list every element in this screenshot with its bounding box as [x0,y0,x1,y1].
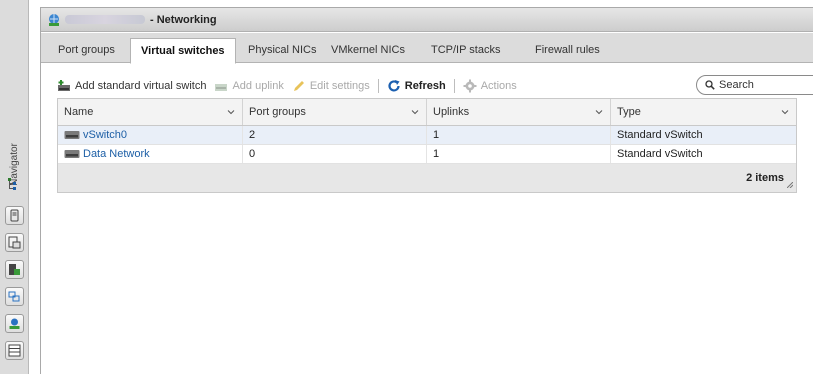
toolbar-divider [377,79,379,93]
add-standard-switch-button[interactable]: Add standard virtual switch [57,79,206,93]
panel-titlebar: - Networking [41,8,813,32]
cell-uplinks: 1 [427,145,611,163]
host-icon[interactable] [5,206,24,225]
cell-type: Standard vSwitch [617,129,703,141]
cell-name: Data Network [58,145,243,163]
refresh-label: Refresh [404,80,446,92]
tab-vmkernel-nics[interactable]: VMkernel NICs [321,38,415,63]
table-footer: 2 items [58,164,796,192]
toolbar-divider [453,79,455,93]
monitor-icon[interactable] [5,314,24,333]
gear-icon [463,79,477,93]
search-icon [705,80,715,90]
column-label: Name [64,106,94,118]
cell-name: vSwitch0 [58,126,243,144]
add-switch-label: Add standard virtual switch [75,80,207,92]
chevron-down-icon[interactable] [227,108,235,116]
virtual-switches-table: Name Port groups Uplinks Type vSwitch0 2 [57,98,797,193]
page-title: - Networking [150,13,217,26]
actions-button[interactable]: Actions [463,79,517,93]
table-row[interactable]: vSwitch0 2 1 Standard vSwitch [58,126,796,145]
add-uplink-button[interactable]: Add uplink [214,79,284,93]
tab-bar: Port groups Virtual switches Physical NI… [41,33,813,64]
item-count: 2 items [746,172,784,184]
networking-icon[interactable] [5,287,24,306]
add-uplink-icon [215,84,228,91]
table-header: Name Port groups Uplinks Type [58,99,796,126]
redacted-host-name [65,15,145,24]
vswitch-icon [64,150,80,158]
toolbar: Add standard virtual switch Add uplink E… [57,75,813,96]
refresh-button[interactable]: Refresh [387,79,446,93]
navigator-rail: Navigator [0,0,29,374]
refresh-icon [388,80,400,92]
cell-uplinks: 1 [427,126,611,144]
resize-grip-icon[interactable] [787,182,793,188]
tab-physical-nics[interactable]: Physical NICs [238,38,326,63]
edit-settings-label: Edit settings [309,80,370,92]
tab-tcpip-stacks[interactable]: TCP/IP stacks [421,38,510,63]
column-header-type[interactable]: Type [611,99,796,125]
chevron-down-icon[interactable] [411,108,419,116]
cell-port-groups: 0 [243,145,427,163]
edit-settings-button[interactable]: Edit settings [292,79,370,93]
list-icon[interactable] [5,341,24,360]
chevron-down-icon[interactable] [781,108,789,116]
chevron-down-icon[interactable] [595,108,603,116]
search-input[interactable]: Search [696,75,813,95]
column-label: Port groups [249,106,306,118]
vswitch-link[interactable]: Data Network [83,148,150,160]
vswitch-link[interactable]: vSwitch0 [83,129,127,141]
column-label: Type [617,106,641,118]
tab-port-groups[interactable]: Port groups [48,38,125,63]
column-header-name[interactable]: Name [58,99,243,125]
table-row[interactable]: Data Network 0 1 Standard vSwitch [58,145,796,164]
column-header-uplinks[interactable]: Uplinks [427,99,611,125]
tab-virtual-switches[interactable]: Virtual switches [130,38,236,64]
cell-port-groups: 2 [243,126,427,144]
storage-icon[interactable] [5,260,24,279]
search-placeholder: Search [719,79,754,91]
cell-type: Standard vSwitch [617,148,703,160]
vswitch-icon [64,131,80,139]
vm-icon[interactable] [5,233,24,252]
actions-label: Actions [480,80,517,92]
navigator-tree-icon[interactable] [6,176,22,192]
pencil-icon [293,81,304,91]
networking-panel: - Networking Port groups Virtual switche… [40,7,813,374]
host-globe-icon [49,13,59,26]
add-uplink-label: Add uplink [232,80,284,92]
column-header-port-groups[interactable]: Port groups [243,99,427,125]
column-label: Uplinks [433,106,470,118]
tab-firewall-rules[interactable]: Firewall rules [525,38,610,63]
add-switch-icon [58,80,70,91]
